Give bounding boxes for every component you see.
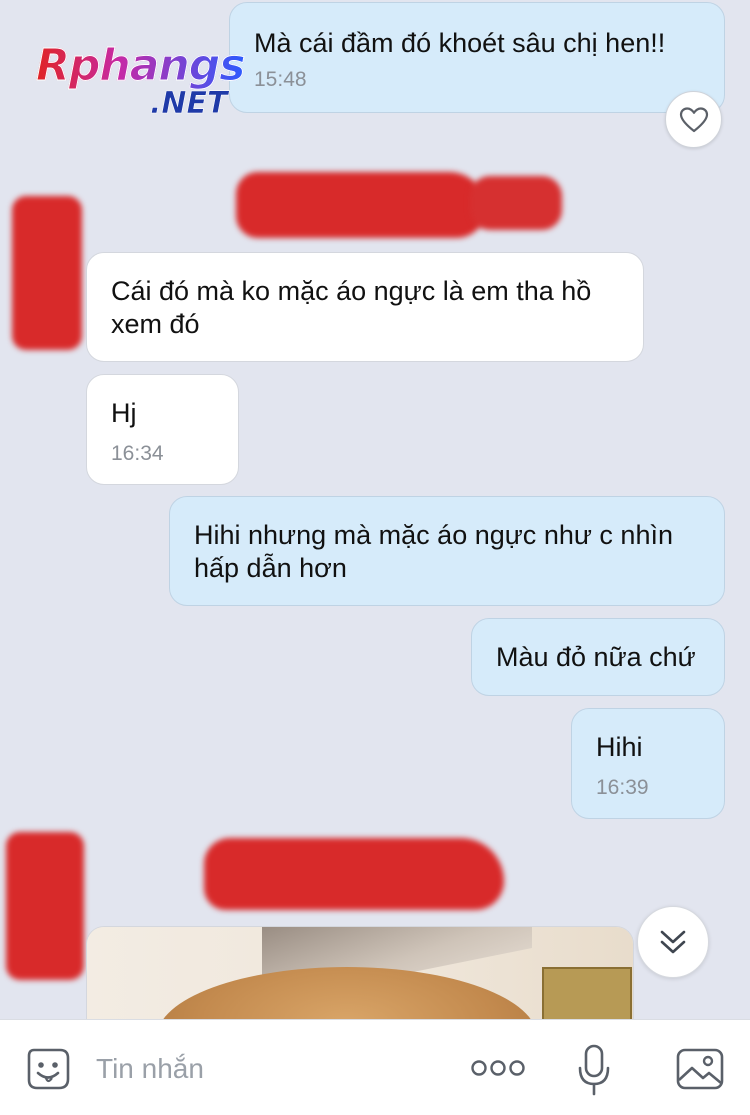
sticker-smiley-icon	[27, 1048, 70, 1090]
message-text: Hihi	[596, 732, 643, 762]
message-text: Hihi nhưng mà mặc áo ngực như c nhìn hấp…	[194, 520, 673, 583]
message-text: Mà cái đầm đó khoét sâu chị hen!!	[254, 28, 666, 58]
redacted-avatar	[6, 832, 84, 980]
message-photo-thumbnail[interactable]	[86, 926, 634, 1026]
redacted-avatar	[12, 196, 82, 350]
watermark-suffix: .NET	[150, 86, 228, 122]
message-composer: Tin nhắn	[0, 1019, 750, 1115]
message-time: 16:39	[596, 776, 649, 799]
message-time: 16:34	[111, 442, 164, 465]
sticker-button[interactable]	[22, 1044, 74, 1094]
message-input[interactable]: Tin nhắn	[96, 1052, 204, 1086]
microphone-icon	[578, 1044, 610, 1096]
watermark-logo: Rphangs .NET	[35, 40, 268, 124]
heart-reaction-button[interactable]	[665, 91, 722, 148]
message-text: Hj	[111, 398, 137, 428]
message-outgoing[interactable]: Hihi nhưng mà mặc áo ngực như c nhìn hấp…	[169, 496, 725, 606]
message-text: Màu đỏ nữa chứ	[496, 642, 696, 672]
redacted-sender-name-tail	[470, 176, 562, 230]
message-incoming[interactable]: Cái đó mà ko mặc áo ngực là em tha hồ xe…	[86, 252, 644, 362]
double-chevron-down-icon	[660, 930, 686, 954]
more-options-icon	[471, 1060, 525, 1076]
scroll-to-bottom-button[interactable]	[637, 906, 709, 978]
message-time: 15:48	[254, 68, 307, 91]
message-outgoing[interactable]: Mà cái đầm đó khoét sâu chị hen!! 15:48	[229, 2, 725, 113]
message-incoming[interactable]: Hj 16:34	[86, 374, 239, 485]
watermark-brand: Rphangs	[35, 40, 245, 92]
message-outgoing[interactable]: Hihi 16:39	[571, 708, 725, 819]
redacted-sender-name	[204, 838, 504, 910]
image-gallery-icon	[676, 1048, 724, 1090]
heart-outline-icon	[679, 106, 708, 132]
chat-screen: Mà cái đầm đó khoét sâu chị hen!! 15:48 …	[0, 0, 750, 1115]
redacted-sender-name	[236, 172, 486, 238]
more-options-button[interactable]	[470, 1054, 526, 1082]
image-gallery-button[interactable]	[674, 1046, 726, 1092]
message-text: Cái đó mà ko mặc áo ngực là em tha hồ xe…	[111, 276, 592, 339]
message-outgoing[interactable]: Màu đỏ nữa chứ	[471, 618, 725, 696]
voice-record-button[interactable]	[574, 1044, 614, 1096]
